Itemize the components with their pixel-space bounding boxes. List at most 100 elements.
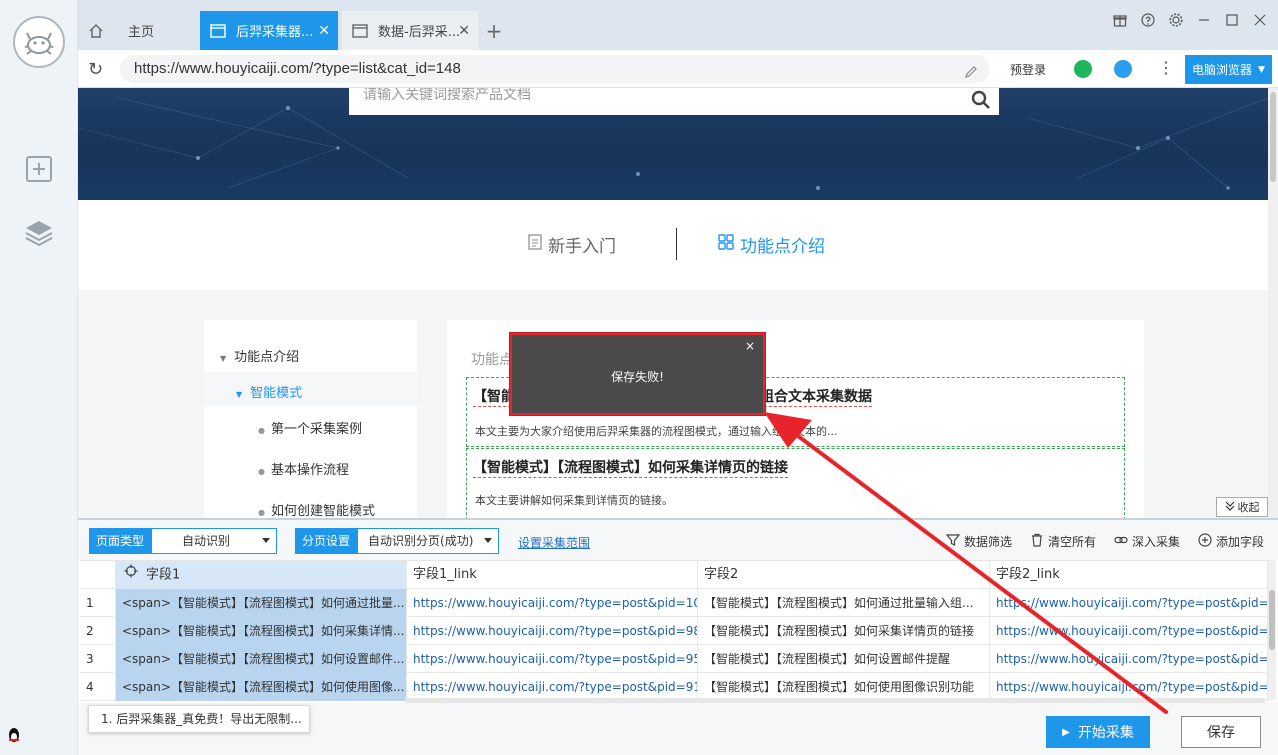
nav-beginner[interactable]: 新手入门 bbox=[528, 232, 616, 257]
settings-gear-icon[interactable] bbox=[1168, 12, 1184, 28]
panel-footer: 1. 后羿采集器_真免费！导出无限制... ▶ 开始采集 保存 bbox=[78, 703, 1278, 755]
cell-field1[interactable]: <span>【智能模式】【流程图模式】如何设置邮件... bbox=[116, 645, 407, 673]
cell-field2[interactable]: 【智能模式】【流程图模式】如何通过批量输入组... bbox=[698, 589, 990, 617]
menu-item-basic-flow[interactable]: ● 基本操作流程 bbox=[258, 459, 349, 478]
bullet-icon: ● bbox=[258, 426, 265, 435]
row-index: 1 bbox=[80, 589, 116, 617]
clear-all-button[interactable]: 清空所有 bbox=[1030, 533, 1096, 550]
cell-field2[interactable]: 【智能模式】【流程图模式】如何使用图像识别功能 bbox=[698, 673, 990, 701]
start-collect-button[interactable]: ▶ 开始采集 bbox=[1046, 716, 1150, 748]
close-icon[interactable]: × bbox=[745, 339, 755, 353]
article-card[interactable]: 【智能模式】【流程图模式】如何采集详情页的链接 本文主要讲解如何采集到详情页的链… bbox=[466, 448, 1125, 518]
crab-logo-icon[interactable] bbox=[13, 16, 65, 68]
edit-pen-icon[interactable] bbox=[964, 61, 978, 89]
header-field1-link[interactable]: 字段1_link bbox=[407, 561, 698, 589]
caret-down-icon bbox=[484, 538, 493, 543]
menu-basic-flow-label: 基本操作流程 bbox=[270, 463, 349, 478]
nav-features[interactable]: 功能点介绍 bbox=[718, 232, 825, 257]
green-extension-icon[interactable] bbox=[1074, 60, 1092, 78]
menu-item-smart-mode[interactable]: ▼ 智能模式 bbox=[236, 382, 302, 401]
minimize-icon[interactable] bbox=[1196, 12, 1212, 28]
cell-field2-link[interactable]: https://www.houyicaiji.com/?type=post&pi… bbox=[990, 673, 1268, 701]
browser-mode-dropdown[interactable]: 电脑浏览器 ▼ bbox=[1185, 55, 1272, 84]
collapse-label: 收起 bbox=[1237, 501, 1260, 514]
save-button[interactable]: 保存 bbox=[1181, 716, 1261, 748]
maximize-icon[interactable] bbox=[1224, 12, 1240, 28]
page-type-select[interactable]: 自动识别 bbox=[151, 528, 278, 554]
cell-field1-link[interactable]: https://www.houyicaiji.com/?type=post&pi… bbox=[407, 673, 698, 701]
table-vertical-scrollbar[interactable] bbox=[1268, 560, 1276, 700]
tab-task-editor[interactable]: 后羿采集器... ✕ bbox=[200, 11, 338, 50]
trash-icon bbox=[1030, 533, 1044, 550]
close-icon[interactable]: ✕ bbox=[318, 23, 330, 39]
search-icon[interactable] bbox=[971, 90, 991, 113]
cell-field1-link[interactable]: https://www.houyicaiji.com/?type=post&pi… bbox=[407, 645, 698, 673]
deep-collect-button[interactable]: 深入采集 bbox=[1114, 533, 1180, 550]
menu-item-features[interactable]: ▼ 功能点介绍 bbox=[220, 346, 299, 365]
crosshair-icon[interactable] bbox=[124, 561, 138, 589]
url-text: https://www.houyicaiji.com/?type=list&ca… bbox=[134, 60, 461, 77]
blue-extension-icon[interactable] bbox=[1114, 60, 1132, 78]
doc-side-menu: ▼ 功能点介绍 ▼ 智能模式 ● 第一个采集案例 ● 基本操作流程 ● 如何创建智能模式 bbox=[204, 320, 417, 518]
cell-field2-link[interactable]: https://www.houyicaiji.com/?type=post&pi… bbox=[990, 589, 1268, 617]
paging-select[interactable]: 自动识别分页(成功) bbox=[357, 528, 500, 554]
table-row[interactable]: 2 <span>【智能模式】【流程图模式】如何采集详情... https://w… bbox=[80, 617, 1268, 645]
add-field-button[interactable]: 添加字段 bbox=[1198, 533, 1264, 550]
cell-field1-link[interactable]: https://www.houyicaiji.com/?type=post&pi… bbox=[407, 617, 698, 645]
doc-search-input[interactable]: 请输入关键词搜索产品文档 bbox=[349, 88, 999, 115]
cell-field2[interactable]: 【智能模式】【流程图模式】如何设置邮件提醒 bbox=[698, 645, 990, 673]
scrollbar-thumb[interactable] bbox=[1269, 590, 1275, 650]
pre-login-button[interactable]: 预登录 bbox=[1010, 61, 1046, 78]
menu-item-create-smart[interactable]: ● 如何创建智能模式 bbox=[258, 500, 375, 518]
cell-field2[interactable]: 【智能模式】【流程图模式】如何采集详情页的链接 bbox=[698, 617, 990, 645]
left-rail bbox=[0, 0, 78, 755]
deep-label: 深入采集 bbox=[1132, 535, 1181, 549]
cell-field1[interactable]: <span>【智能模式】【流程图模式】如何采集详情... bbox=[116, 617, 407, 645]
header-field2[interactable]: 字段2 bbox=[698, 561, 990, 589]
nav-features-label: 功能点介绍 bbox=[740, 237, 825, 257]
filter-icon bbox=[945, 533, 961, 550]
page-type-control: 页面类型 自动识别 bbox=[89, 528, 278, 554]
close-icon[interactable]: ✕ bbox=[458, 23, 470, 39]
collapse-button[interactable]: 收起 bbox=[1216, 497, 1268, 517]
save-failed-dialog: × 保存失败! bbox=[510, 333, 765, 415]
cell-field1-link[interactable]: https://www.houyicaiji.com/?type=post&pi… bbox=[407, 589, 698, 617]
tab-data[interactable]: 数据-后羿采... ✕ bbox=[342, 11, 478, 50]
menu-item-first-case[interactable]: ● 第一个采集案例 bbox=[258, 418, 362, 437]
header-label: 字段1 bbox=[146, 567, 181, 583]
scrollbar-thumb[interactable] bbox=[1270, 92, 1276, 182]
clear-label: 清空所有 bbox=[1048, 535, 1097, 549]
address-bar: ↻ https://www.houyicaiji.com/?type=list&… bbox=[78, 50, 1278, 88]
layers-icon[interactable] bbox=[22, 216, 56, 250]
table-row[interactable]: 3 <span>【智能模式】【流程图模式】如何设置邮件... https://w… bbox=[80, 645, 1268, 673]
table-row[interactable]: 1 <span>【智能模式】【流程图模式】如何通过批量... https://w… bbox=[80, 589, 1268, 617]
filter-button[interactable]: 数据筛选 bbox=[945, 533, 1012, 550]
cell-field1[interactable]: <span>【智能模式】【流程图模式】如何使用图像... bbox=[116, 673, 407, 701]
help-icon[interactable] bbox=[1140, 12, 1156, 28]
set-range-link[interactable]: 设置采集范围 bbox=[518, 534, 590, 551]
cell-field2-link[interactable]: https://www.houyicaiji.com/?type=post&pi… bbox=[990, 645, 1268, 673]
page-scrollbar[interactable] bbox=[1268, 88, 1278, 518]
cell-field2-link[interactable]: https://www.houyicaiji.com/?type=post&pi… bbox=[990, 617, 1268, 645]
url-input[interactable]: https://www.houyicaiji.com/?type=list&ca… bbox=[120, 55, 990, 83]
data-panel: 页面类型 自动识别 分页设置 自动识别分页(成功) 设置采集范围 数据筛选 清空… bbox=[78, 518, 1278, 755]
article-desc: 本文主要讲解如何采集到详情页的链接。 bbox=[475, 494, 673, 507]
qq-penguin-icon[interactable] bbox=[6, 726, 22, 747]
more-menu-icon[interactable]: ⋮ bbox=[1158, 58, 1174, 77]
nav-divider bbox=[676, 228, 677, 260]
header-field1[interactable]: 字段1 bbox=[116, 561, 407, 589]
notice-toast[interactable]: 1. 后羿采集器_真免费！导出无限制... bbox=[88, 705, 310, 733]
new-tab-button[interactable]: + bbox=[482, 11, 506, 50]
article-title[interactable]: 【智能模式】【流程图模式】如何采集详情页的链接 bbox=[473, 457, 788, 478]
tab-home[interactable]: 主页 bbox=[78, 11, 196, 50]
tab-data-label: 数据-后羿采... bbox=[378, 25, 461, 40]
table-row[interactable]: 4 <span>【智能模式】【流程图模式】如何使用图像... https://w… bbox=[80, 673, 1268, 701]
panel-toolbar: 页面类型 自动识别 分页设置 自动识别分页(成功) 设置采集范围 数据筛选 清空… bbox=[78, 520, 1278, 560]
close-window-icon[interactable] bbox=[1252, 12, 1268, 28]
refresh-icon[interactable]: ↻ bbox=[88, 59, 103, 80]
cell-field1[interactable]: <span>【智能模式】【流程图模式】如何通过批量... bbox=[116, 589, 407, 617]
new-task-icon[interactable] bbox=[22, 152, 56, 186]
gift-icon[interactable] bbox=[1112, 12, 1128, 28]
header-field2-link[interactable]: 字段2_link bbox=[990, 561, 1268, 589]
document-icon bbox=[528, 234, 542, 255]
